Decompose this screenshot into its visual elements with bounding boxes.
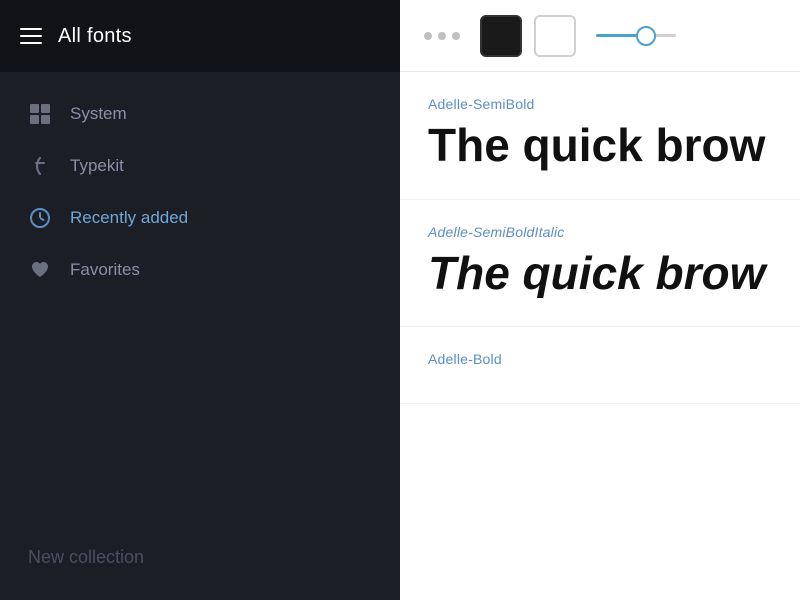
- toolbar: [400, 0, 800, 72]
- sidebar: All fonts System Typekit: [0, 0, 400, 600]
- sidebar-item-recently-added-label: Recently added: [70, 208, 188, 228]
- heart-icon: [28, 258, 52, 282]
- sidebar-item-typekit-label: Typekit: [70, 156, 124, 176]
- dark-color-swatch[interactable]: [480, 15, 522, 57]
- font-name-adelle-bold: Adelle-Bold: [428, 351, 772, 367]
- sidebar-item-favorites-label: Favorites: [70, 260, 140, 280]
- font-item-adelle-semibold: Adelle-SemiBold The quick brow: [400, 72, 800, 200]
- sidebar-item-typekit[interactable]: Typekit: [0, 140, 400, 192]
- font-preview-adelle-semibolditalic: The quick brow: [428, 248, 772, 299]
- sidebar-item-system-label: System: [70, 104, 127, 124]
- font-name-adelle-semibold: Adelle-SemiBold: [428, 96, 772, 112]
- light-color-swatch[interactable]: [534, 15, 576, 57]
- font-item-adelle-bold: Adelle-Bold: [400, 327, 800, 404]
- main-content: Adelle-SemiBold The quick brow Adelle-Se…: [400, 0, 800, 600]
- menu-icon[interactable]: [20, 28, 42, 44]
- sidebar-nav: System Typekit Recently added: [0, 72, 400, 527]
- new-collection-button[interactable]: New collection: [0, 527, 400, 600]
- sidebar-item-system[interactable]: System: [0, 88, 400, 140]
- font-list: Adelle-SemiBold The quick brow Adelle-Se…: [400, 72, 800, 600]
- font-preview-adelle-semibold: The quick brow: [428, 120, 772, 171]
- font-item-adelle-semibolditalic: Adelle-SemiBoldItalic The quick brow: [400, 200, 800, 328]
- clock-icon: [28, 206, 52, 230]
- sidebar-header: All fonts: [0, 0, 400, 72]
- sidebar-title: All fonts: [58, 25, 132, 48]
- typekit-icon: [28, 154, 52, 178]
- sidebar-item-favorites[interactable]: Favorites: [0, 244, 400, 296]
- font-size-slider[interactable]: [596, 34, 676, 37]
- more-options-icon[interactable]: [424, 32, 460, 40]
- font-name-adelle-semibolditalic: Adelle-SemiBoldItalic: [428, 224, 772, 240]
- system-grid-icon: [28, 102, 52, 126]
- sidebar-item-recently-added[interactable]: Recently added: [0, 192, 400, 244]
